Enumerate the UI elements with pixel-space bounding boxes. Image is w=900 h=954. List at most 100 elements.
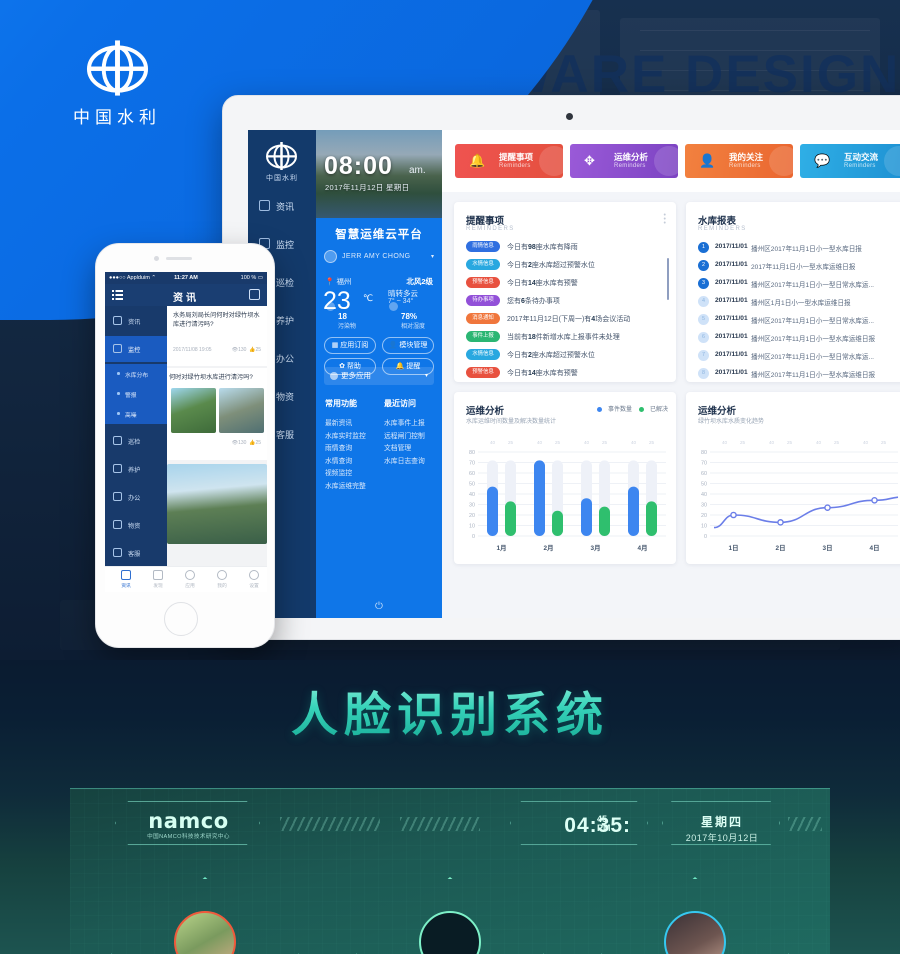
panel-title: 水库报表 bbox=[698, 216, 737, 227]
news-hero-image[interactable] bbox=[167, 464, 267, 544]
label: 养护 bbox=[276, 316, 295, 326]
row-text: 您有6条待办事项 bbox=[507, 296, 560, 306]
phone-home-button[interactable] bbox=[164, 602, 198, 636]
drawer-item-monitor[interactable]: 监控 bbox=[105, 336, 167, 362]
recent-visits-title: 最近访问 bbox=[384, 399, 416, 408]
list-item[interactable]: 水库运维完整 bbox=[325, 481, 366, 494]
svg-text:0: 0 bbox=[472, 534, 475, 540]
status-badge: 事件上报 bbox=[466, 331, 500, 342]
label: 水库分布 bbox=[125, 373, 149, 379]
status-badge: 雨情信息 bbox=[466, 241, 500, 252]
row-text: 播州区2017年11月1日小一型日常水库运... bbox=[751, 354, 874, 361]
tablet-sidebar-item-news[interactable]: 资讯 bbox=[248, 188, 316, 226]
row-date: 2017/11/01 bbox=[715, 243, 748, 250]
chip-app-subscribe[interactable]: ▦ 应用订阅 bbox=[324, 337, 376, 354]
svg-text:50: 50 bbox=[701, 482, 707, 488]
tablet-clock: 08:00 bbox=[324, 152, 393, 180]
page-root: SOFTWARE DESIGN 中国水利 中国水利 资讯 监控 巡检 养护 办公… bbox=[0, 0, 900, 954]
list-item[interactable]: 水库日志查询 bbox=[384, 456, 425, 469]
more-apps-dropdown[interactable]: 更多应用 ▾ bbox=[324, 367, 434, 385]
nav-card-reminders[interactable]: 🔔 提醒事项 Reminders bbox=[455, 144, 563, 178]
chip-module-manage[interactable]: 👤 模块管理 bbox=[382, 337, 434, 354]
phone-device: ●●●○○ Applduim ⌃ 11:27 AM 100 % ▭ 资讯 水务局… bbox=[95, 243, 275, 648]
more-vertical-icon[interactable]: • • • bbox=[664, 212, 666, 227]
panel-title: 运维分析 bbox=[698, 406, 737, 417]
scrollbar[interactable] bbox=[667, 258, 669, 300]
user-selector[interactable]: JERR AMY CHONG ▾ bbox=[324, 249, 434, 267]
label: 设置 bbox=[249, 584, 259, 589]
list-item[interactable]: 文档管理 bbox=[384, 443, 425, 456]
bar-chart: 80 70 60 50 40 30 20 10 0 40 25 1月 40 25 2月 40 25 3月 40 25 4… bbox=[469, 440, 666, 552]
drawer-item-support[interactable]: 客服 bbox=[105, 540, 167, 566]
phone-header: 资讯 bbox=[105, 284, 267, 306]
nav-card-my-follow[interactable]: 👤 我的关注 Reminders bbox=[685, 144, 793, 178]
list-item[interactable]: 远程闸门控制 bbox=[384, 431, 425, 444]
news-item-2[interactable]: 何时对绿竹坝水库进行清污吗? 👁130 👍25 bbox=[167, 368, 267, 460]
support-icon bbox=[113, 548, 122, 557]
china-water-resources-logo bbox=[86, 40, 149, 96]
list-item[interactable]: 雨情查询 bbox=[325, 443, 366, 456]
exit-icon[interactable] bbox=[249, 289, 260, 300]
tab-profile[interactable]: 我的 bbox=[206, 570, 238, 589]
list-item[interactable]: 视频监控 bbox=[325, 468, 366, 481]
tab-news[interactable]: 资讯 bbox=[110, 570, 142, 589]
legend-label-events: 事件数量 bbox=[607, 407, 632, 413]
list-item[interactable]: 最新资讯 bbox=[325, 418, 366, 431]
row-text: 2017年11月12日(下周一)有4场会议活动 bbox=[507, 314, 630, 324]
label: 办公 bbox=[128, 495, 141, 502]
list-item[interactable]: 水库事件上报 bbox=[384, 418, 425, 431]
svg-text:25: 25 bbox=[834, 440, 840, 445]
svg-text:25: 25 bbox=[881, 440, 887, 445]
svg-text:70: 70 bbox=[701, 461, 707, 467]
drawer-item-news[interactable]: 资讯 bbox=[105, 308, 167, 334]
drawer-item-inspection[interactable]: 巡检 bbox=[105, 428, 167, 454]
tab-discover[interactable]: 发现 bbox=[142, 570, 174, 589]
weather-location: 📍 福州 bbox=[325, 276, 351, 287]
drawer-sub-reservoir-map[interactable]: 水库分布 bbox=[105, 364, 167, 384]
face-slot-3[interactable] bbox=[600, 877, 790, 954]
face-slot-2[interactable] bbox=[355, 877, 545, 954]
tablet-main-content: 🔔 提醒事项 Reminders ✥ 运维分析 Reminders 👤 我的关注… bbox=[442, 130, 900, 618]
news-thumbnail bbox=[171, 388, 216, 433]
platform-title: 智慧运维云平台 bbox=[335, 229, 423, 241]
t2: 座水库超过预警水位 bbox=[531, 262, 595, 269]
tab-apps[interactable]: 应用 bbox=[174, 570, 206, 589]
battery-label: 100 % ▭ bbox=[240, 275, 263, 281]
svg-text:80: 80 bbox=[701, 450, 707, 456]
row-number: 8 bbox=[698, 368, 709, 379]
nav-card-interaction[interactable]: 💬 互动交流 Reminders bbox=[800, 144, 900, 178]
discover-icon bbox=[153, 570, 163, 580]
svg-text:4月: 4月 bbox=[638, 544, 648, 552]
drawer-item-office[interactable]: 办公 bbox=[105, 484, 167, 510]
row-number: 5 bbox=[698, 314, 709, 325]
drawer-sub-alarm[interactable]: 警报 bbox=[105, 384, 167, 404]
common-functions-list[interactable]: 最新资讯 水库实时监控 雨情查询 水情查询 视频监控 水库运维完整 bbox=[325, 418, 366, 493]
namco-brand-badge: namco 中国NAMCO科技技术研究中心 bbox=[115, 801, 260, 845]
status-badge: 预警信息 bbox=[466, 277, 500, 288]
recent-visits-list[interactable]: 水库事件上报 远程闸门控制 文档管理 水库日志查询 bbox=[384, 418, 425, 468]
list-item[interactable]: 水库实时监控 bbox=[325, 431, 366, 444]
news-item-1[interactable]: 水务局刘局长问何时对绿竹坝水库进行清污吗? 2017/11/08 19:05 👁… bbox=[167, 306, 267, 366]
nav-card-analytics[interactable]: ✥ 运维分析 Reminders bbox=[570, 144, 678, 178]
phone-status-bar: ●●●○○ Applduim ⌃ 11:27 AM 100 % ▭ bbox=[105, 272, 267, 284]
humidity-icon bbox=[389, 302, 398, 311]
news-icon bbox=[121, 570, 131, 580]
face-slot-1[interactable] bbox=[110, 877, 300, 954]
subtitle: Reminders bbox=[844, 163, 876, 169]
drawer-sub-noise[interactable]: 高噪 bbox=[105, 404, 167, 424]
drawer-item-materials[interactable]: 物资 bbox=[105, 512, 167, 538]
svg-text:60: 60 bbox=[701, 471, 707, 477]
list-item[interactable]: 水情查询 bbox=[325, 456, 366, 469]
reports-panel: 水库报表 REMINDERS 1 2017/11/01 播州区2017年11月1日小… bbox=[686, 202, 900, 382]
t1: 当前有 bbox=[507, 334, 528, 341]
row-number: 4 bbox=[698, 296, 709, 307]
svg-text:20: 20 bbox=[469, 513, 475, 519]
row-text: 今日有14座水库有预警 bbox=[507, 278, 578, 288]
panel-subtitle: 水库运维时间数量及解决数量统计 bbox=[466, 419, 557, 425]
power-icon[interactable]: ⏻ bbox=[316, 601, 442, 612]
drawer-item-maintenance[interactable]: 养护 bbox=[105, 456, 167, 482]
row-text: 播州区1月1日小一型水库运维日报 bbox=[751, 300, 851, 307]
svg-text:40: 40 bbox=[701, 492, 707, 498]
tab-settings[interactable]: 设置 bbox=[238, 570, 267, 589]
hero-banner: SOFTWARE DESIGN 中国水利 中国水利 资讯 监控 巡检 养护 办公… bbox=[0, 0, 900, 660]
